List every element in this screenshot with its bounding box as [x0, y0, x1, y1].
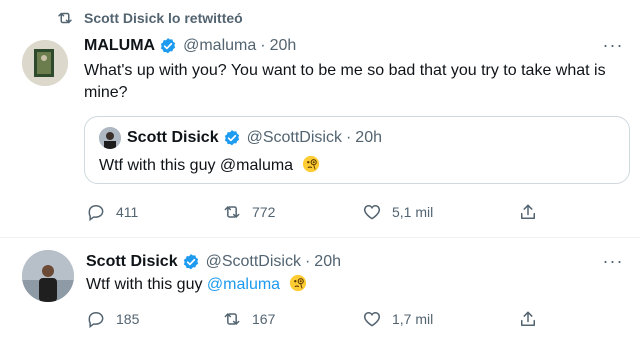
retweet-count: 167	[252, 311, 276, 327]
author-name[interactable]: MALUMA	[84, 37, 155, 55]
retweet-banner[interactable]: Scott Disick lo retwitteó	[56, 8, 243, 28]
reply-count: 185	[116, 311, 140, 327]
tweet-time[interactable]: 20h	[314, 253, 341, 271]
like-button[interactable]: 1,7 mil	[362, 309, 433, 329]
quoted-tweet-time: 20h	[355, 129, 382, 146]
quoted-author-handle: @ScottDisick	[246, 129, 342, 146]
retweet-banner-text: Scott Disick lo retwitteó	[84, 10, 243, 26]
retweet-button[interactable]: 167	[222, 309, 275, 329]
separator-dot: ·	[260, 37, 266, 54]
verified-badge-icon	[183, 254, 198, 270]
tweet-text-content: Wtf with this guy	[86, 276, 207, 293]
tweet-text: What's up with you? You want to be me so…	[84, 62, 606, 101]
tweet-divider	[0, 237, 640, 238]
author-handle[interactable]: @ScottDisick	[206, 253, 301, 271]
heart-icon	[363, 311, 381, 327]
heart-icon	[363, 204, 381, 220]
reply-button[interactable]: 185	[86, 309, 139, 329]
like-button[interactable]: 5,1 mil	[362, 202, 433, 222]
avatar[interactable]	[22, 40, 68, 86]
share-icon	[521, 204, 535, 219]
quoted-author-name: Scott Disick	[127, 129, 219, 146]
quoted-tweet[interactable]: Scott Disick @ScottDisick · 20h Wtf with…	[84, 116, 630, 184]
reply-icon	[88, 311, 104, 329]
author-name[interactable]: Scott Disick	[86, 253, 178, 271]
avatar	[99, 127, 121, 149]
retweet-icon	[224, 206, 240, 218]
reply-icon	[88, 204, 104, 222]
verified-badge-icon	[160, 38, 176, 54]
avatar[interactable]	[22, 250, 74, 302]
quoted-tweet-header: Scott Disick @ScottDisick · 20h	[99, 127, 382, 149]
separator-dot: ·	[304, 253, 311, 270]
retweet-icon	[224, 313, 240, 325]
share-button[interactable]	[518, 309, 538, 329]
reply-count: 411	[116, 204, 139, 220]
reply-button[interactable]: 411	[86, 202, 138, 222]
separator-dot: ·	[345, 129, 352, 146]
mention-link[interactable]: @maluma	[207, 276, 280, 293]
quoted-tweet-text-content: Wtf with this guy @maluma	[99, 157, 294, 174]
retweet-icon	[58, 12, 72, 24]
retweet-count: 772	[252, 204, 276, 220]
more-options-icon[interactable]: ···	[602, 36, 624, 54]
tweet-header: Scott Disick @ScottDisick · 20h	[86, 251, 341, 273]
retweet-button[interactable]: 772	[222, 202, 275, 222]
quoted-tweet-text: Wtf with this guy @maluma	[99, 155, 320, 177]
verified-badge-icon	[224, 130, 239, 146]
tweet-text: Wtf with this guy @maluma	[86, 274, 307, 296]
share-button[interactable]	[518, 202, 538, 222]
more-options-icon[interactable]: ···	[602, 252, 624, 270]
author-handle[interactable]: @maluma	[183, 37, 256, 55]
like-count: 1,7 mil	[392, 311, 434, 327]
share-icon	[521, 311, 535, 326]
tweet-header: MALUMA @maluma · 20h	[84, 35, 296, 57]
face-with-monocle-emoji	[302, 155, 319, 173]
like-count: 5,1 mil	[392, 204, 434, 220]
face-with-monocle-emoji	[289, 274, 306, 292]
tweet-time[interactable]: 20h	[270, 37, 297, 55]
